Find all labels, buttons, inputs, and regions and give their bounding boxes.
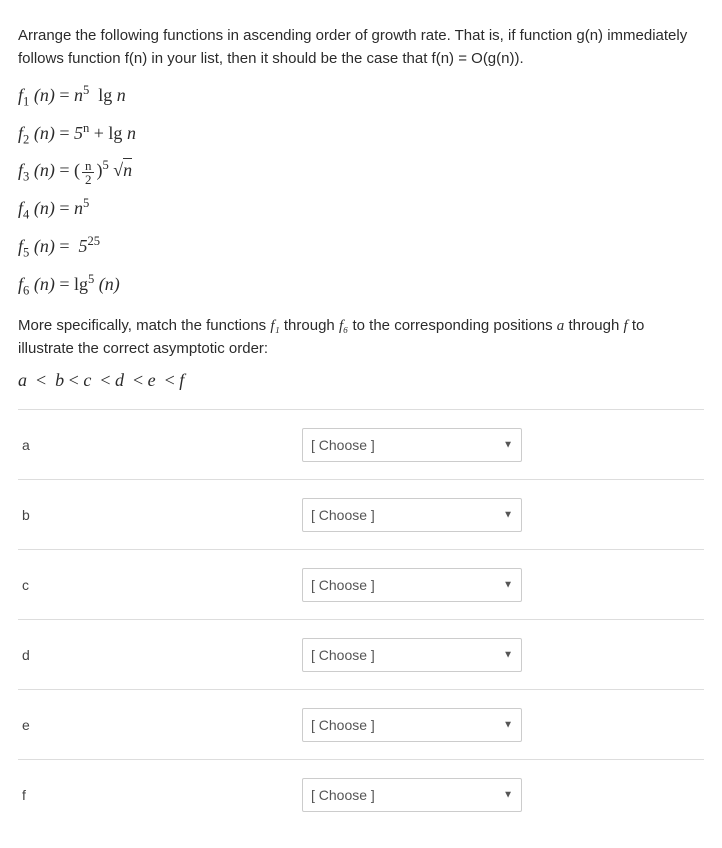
match-label-e: e [22,717,302,733]
function-f3: f3 (n) = (n2)5 √n [18,155,704,187]
match-select-e[interactable]: [ Choose ] ▼ [302,708,522,742]
match-select-d[interactable]: [ Choose ] ▼ [302,638,522,672]
match-select-a[interactable]: [ Choose ] ▼ [302,428,522,462]
function-f4: f4 (n) = n5 [18,193,704,225]
match-row-d: d [ Choose ] ▼ [18,620,704,690]
order-relation: a < b < c < d < e < f [18,370,704,391]
match-label-a: a [22,437,302,453]
chevron-down-icon: ▼ [503,719,513,730]
function-list: f1 (n) = n5 lg n f2 (n) = 5n + lg n f3 (… [18,80,704,300]
match-row-f: f [ Choose ] ▼ [18,760,704,830]
function-f1: f1 (n) = n5 lg n [18,80,704,112]
matching-rows: a [ Choose ] ▼ b [ Choose ] ▼ c [ Ch [18,409,704,830]
match-label-c: c [22,577,302,593]
match-label-f: f [22,787,302,803]
match-label-b: b [22,507,302,523]
match-row-e: e [ Choose ] ▼ [18,690,704,760]
function-f6: f6 (n) = lg5 (n) [18,269,704,301]
chevron-down-icon: ▼ [503,579,513,590]
chevron-down-icon: ▼ [503,439,513,450]
question-intro: Arrange the following functions in ascen… [18,25,704,70]
match-row-a: a [ Choose ] ▼ [18,410,704,480]
match-row-c: c [ Choose ] ▼ [18,550,704,620]
question-detail: More specifically, match the functions f… [18,315,704,360]
chevron-down-icon: ▼ [503,649,513,660]
match-row-b: b [ Choose ] ▼ [18,480,704,550]
match-select-b[interactable]: [ Choose ] ▼ [302,498,522,532]
chevron-down-icon: ▼ [503,790,513,801]
match-select-c[interactable]: [ Choose ] ▼ [302,568,522,602]
function-f2: f2 (n) = 5n + lg n [18,118,704,150]
chevron-down-icon: ▼ [503,509,513,520]
match-label-d: d [22,647,302,663]
match-select-f[interactable]: [ Choose ] ▼ [302,778,522,812]
function-f5: f5 (n) = 525 [18,231,704,263]
